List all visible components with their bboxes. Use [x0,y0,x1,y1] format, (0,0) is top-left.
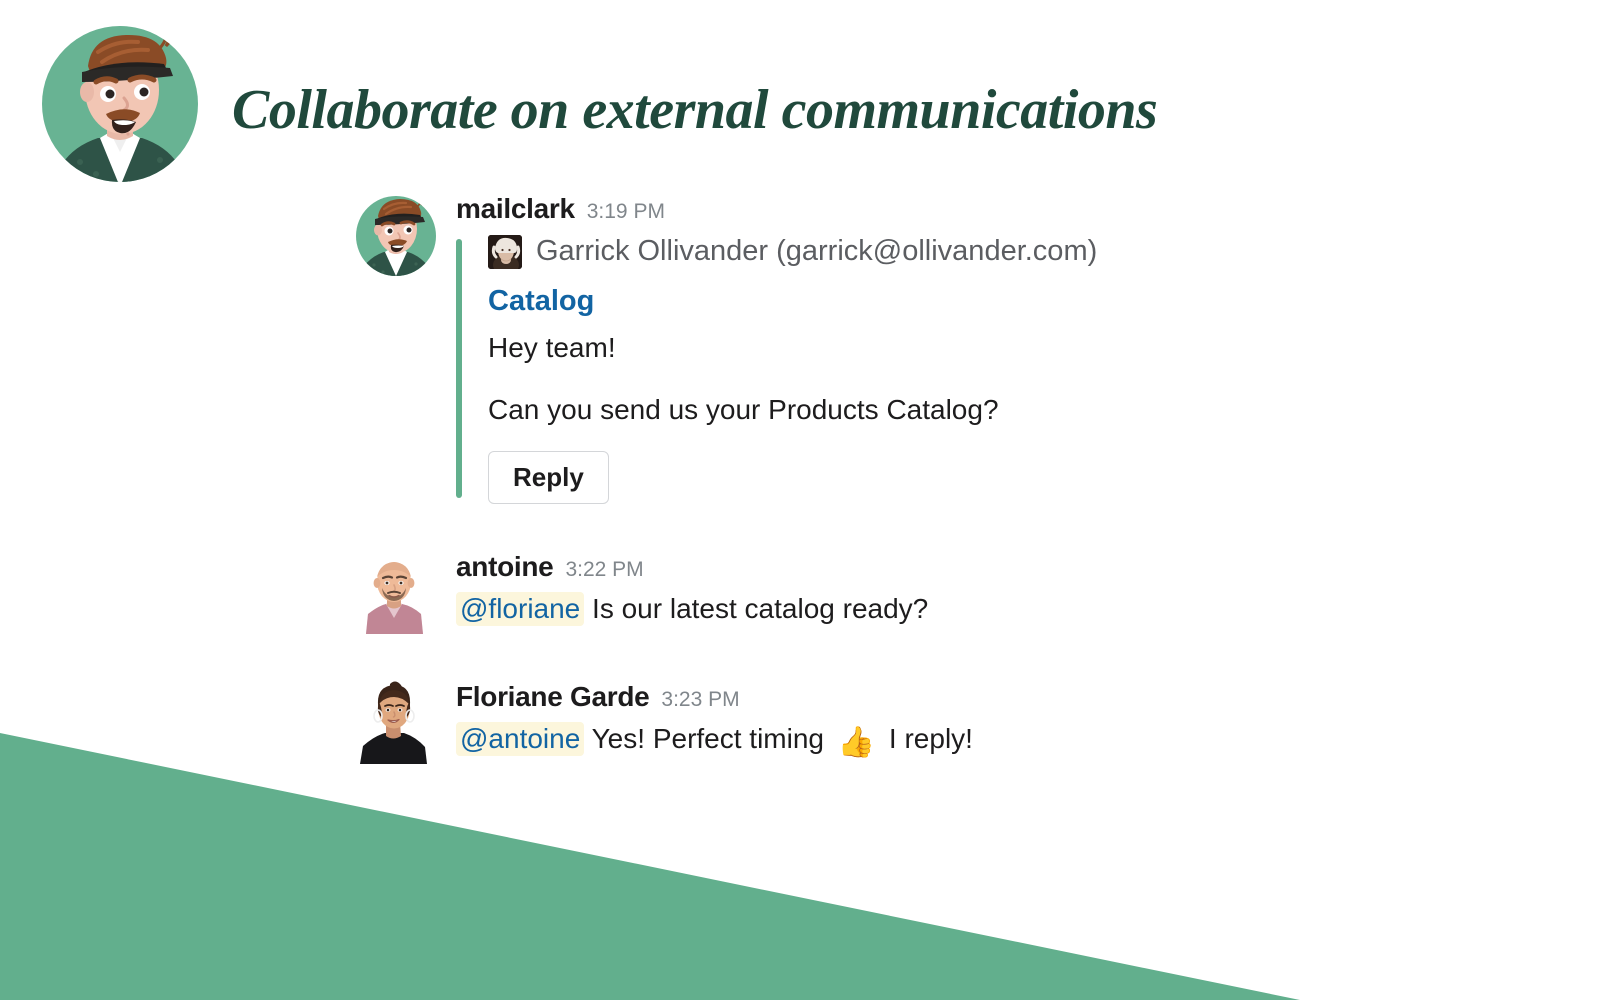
message-text-after-emoji: I reply! [888,723,973,755]
message-timestamp: 3:22 PM [565,557,644,581]
message-header: Floriane Garde 3:23 PM [456,681,1532,713]
garrick-ollivander-photo [488,234,522,269]
message-text-content: Is our latest catalog ready? [592,593,929,625]
mention-floriane[interactable]: @floriane [456,592,585,627]
mailclark-mascot-avatar [40,22,200,187]
page-title: Collaborate on external communications [232,79,1158,141]
attachment-body-line: Can you send us your Products Catalog? [488,394,999,426]
message-header: antoine 3:22 PM [456,551,1532,583]
thumbs-up-emoji: 👍 [837,726,876,760]
attachment-subject-link[interactable]: Catalog [488,285,1532,318]
message-author[interactable]: antoine [456,551,554,583]
mention-antoine[interactable]: @antoine [456,722,585,757]
floriane-garde-avatar[interactable] [352,679,436,764]
message-list: mailclark 3:19 PM Garrick Ollivander (ga… [352,192,1532,764]
page-header: Collaborate on external communications [0,0,1600,210]
antoine-avatar[interactable] [352,549,436,634]
message-body: Floriane Garde 3:23 PM @antoine Yes! Per… [456,680,1532,764]
message-text-before-emoji: Yes! Perfect timing [591,723,824,755]
message-text: @antoine Yes! Perfect timing 👍 I reply! [456,720,1532,764]
attachment-body-line: Hey team! [488,331,616,363]
reply-button[interactable]: Reply [488,450,609,504]
message-body: mailclark 3:19 PM Garrick Ollivander (ga… [456,192,1532,504]
email-attachment-card: Garrick Ollivander (garrick@ollivander.c… [456,234,1532,504]
message-author[interactable]: Floriane Garde [456,681,650,713]
attachment-sender-row: Garrick Ollivander (garrick@ollivander.c… [488,234,1532,269]
message-floriane: Floriane Garde 3:23 PM @antoine Yes! Per… [352,679,1532,764]
message-body: antoine 3:22 PM @floriane Is our latest … [456,550,1532,629]
attachment-sender: Garrick Ollivander (garrick@ollivander.c… [536,235,1098,268]
message-antoine: antoine 3:22 PM @floriane Is our latest … [352,549,1532,634]
message-timestamp: 3:23 PM [661,687,740,711]
message-mailclark: mailclark 3:19 PM Garrick Ollivander (ga… [352,192,1532,504]
message-text: @floriane Is our latest catalog ready? [456,590,1532,628]
